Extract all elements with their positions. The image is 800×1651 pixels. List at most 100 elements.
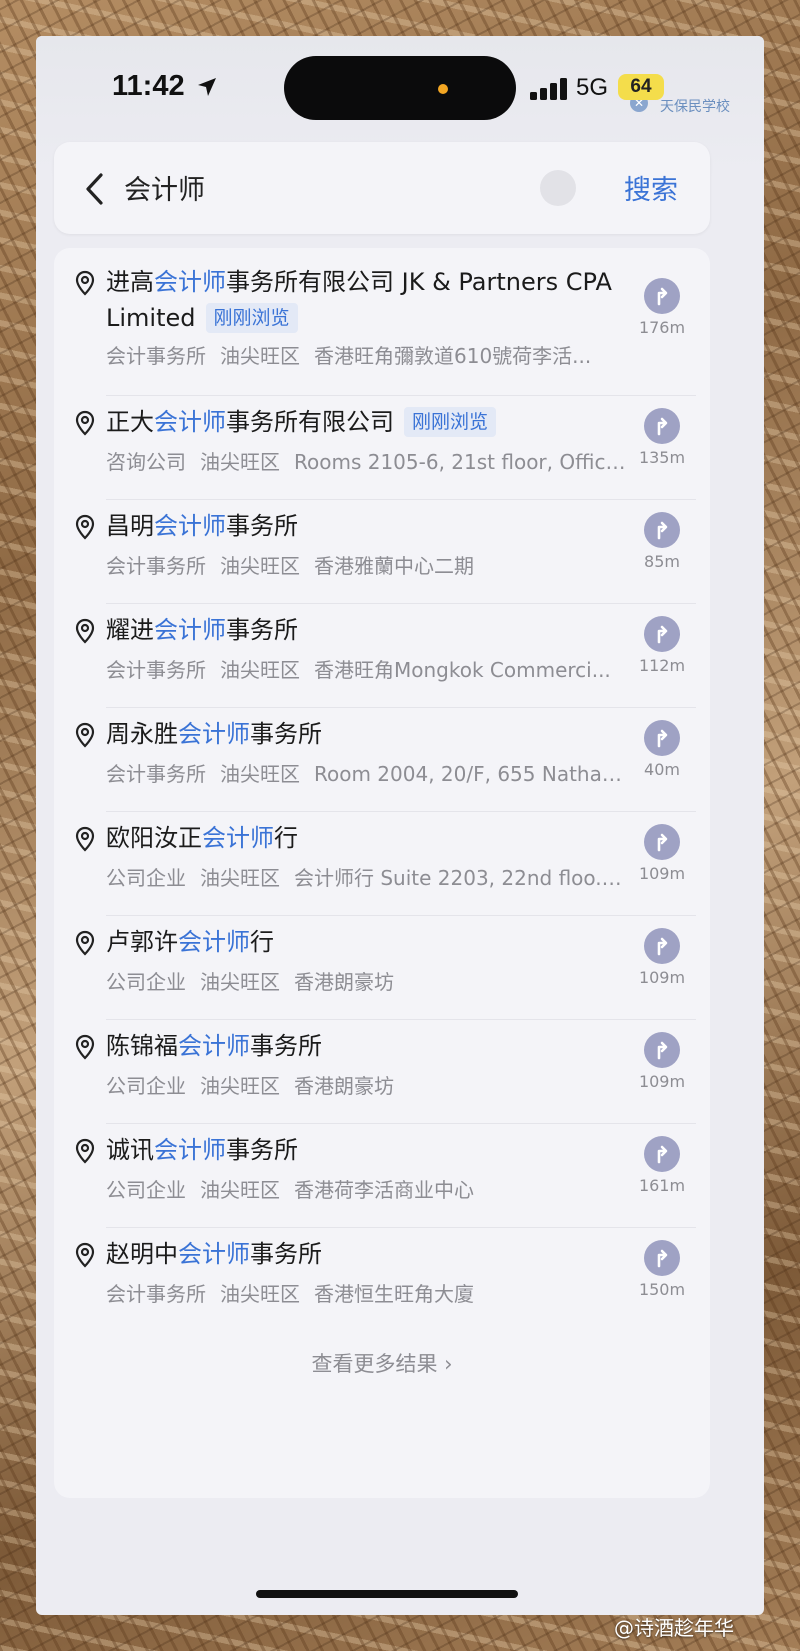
location-pin-icon: [75, 514, 95, 540]
result-distance: 150m: [638, 1280, 686, 1299]
result-details: 咨询公司 油尖旺区 Rooms 2105-6, 21st floor, Offic.…: [106, 446, 626, 475]
result-item[interactable]: 昌明会计师事务所 会计事务所 油尖旺区 香港雅蘭中心二期 85m: [54, 500, 710, 604]
location-pin-icon: [75, 826, 95, 852]
result-category: 咨询公司: [106, 450, 186, 474]
result-distance: 112m: [638, 656, 686, 675]
result-name-suffix: 事务所: [226, 616, 298, 644]
result-details: 会计事务所 油尖旺区 香港旺角彌敦道610號荷李活...: [106, 340, 626, 369]
route-button[interactable]: [644, 408, 680, 444]
map-label: 天保民学校: [660, 99, 730, 115]
route-button[interactable]: [644, 1136, 680, 1172]
route-button[interactable]: [644, 512, 680, 548]
cellular-signal-icon: [530, 78, 567, 100]
route-button[interactable]: [644, 616, 680, 652]
result-item[interactable]: 耀进会计师事务所 会计事务所 油尖旺区 香港旺角Mongkok Commerci...…: [54, 604, 710, 708]
result-item[interactable]: 进高会计师事务所有限公司 JK & Partners CPA Limited 刚刚…: [54, 256, 710, 396]
result-category: 公司企业: [106, 866, 186, 890]
route-button[interactable]: [644, 1240, 680, 1276]
result-title: 进高会计师事务所有限公司 JK & Partners CPA Limited 刚刚…: [106, 264, 626, 336]
result-category: 公司企业: [106, 1074, 186, 1098]
result-name-prefix: 昌明: [106, 512, 154, 540]
result-district: 油尖旺区: [220, 658, 300, 682]
network-type: 5G: [576, 74, 609, 101]
location-pin-icon: [75, 1242, 95, 1268]
result-item[interactable]: 陈锦福会计师事务所 公司企业 油尖旺区 香港朗豪坊 109m: [54, 1020, 710, 1124]
result-name-highlight: 会计师: [154, 1136, 226, 1164]
result-name-prefix: 欧阳汝正: [106, 824, 202, 852]
search-bar: 会计师 搜索: [54, 142, 710, 234]
result-name-suffix: 事务所: [226, 1136, 298, 1164]
route-button[interactable]: [644, 928, 680, 964]
route-button[interactable]: [644, 824, 680, 860]
home-indicator[interactable]: [256, 1590, 518, 1598]
location-pin-icon: [75, 410, 95, 436]
result-name-highlight: 会计师: [178, 720, 250, 748]
location-arrow-icon: [198, 78, 216, 96]
result-item[interactable]: 正大会计师事务所有限公司 刚刚浏览咨询公司 油尖旺区 Rooms 2105-6, 21…: [54, 396, 710, 500]
back-icon[interactable]: [82, 172, 108, 206]
result-district: 油尖旺区: [220, 1282, 300, 1306]
route-arrow-icon: [657, 937, 668, 956]
result-category: 会计事务所: [106, 1282, 206, 1306]
search-button[interactable]: 搜索: [624, 168, 678, 207]
result-name-highlight: 会计师: [154, 268, 226, 296]
search-input[interactable]: 会计师: [124, 168, 205, 207]
voice-input-icon[interactable]: [540, 170, 576, 206]
more-results-link[interactable]: 查看更多结果 ›: [54, 1348, 710, 1378]
status-time: 11:42: [112, 70, 185, 102]
result-category: 会计事务所: [106, 554, 206, 578]
result-distance: 135m: [638, 448, 686, 467]
location-pin-icon: [75, 270, 95, 296]
result-name-prefix: 周永胜: [106, 720, 178, 748]
route-button[interactable]: [644, 1032, 680, 1068]
island-indicator-dot: [438, 84, 448, 94]
result-address: 会计师行 Suite 2203, 22nd floo...: [294, 866, 615, 890]
battery-indicator: 64: [618, 74, 664, 100]
result-name-prefix: 卢郭许: [106, 928, 178, 956]
result-name-highlight: 会计师: [154, 616, 226, 644]
result-item[interactable]: 赵明中会计师事务所会计事务所 油尖旺区 香港恒生旺角大廈 150m: [54, 1228, 710, 1332]
result-address: 香港朗豪坊: [294, 970, 394, 994]
result-title: 诚讯会计师事务所: [106, 1132, 626, 1168]
result-name-prefix: 进高: [106, 268, 154, 296]
result-district: 油尖旺区: [200, 450, 280, 474]
location-pin-icon: [75, 1034, 95, 1060]
result-category: 公司企业: [106, 1178, 186, 1202]
result-district: 油尖旺区: [220, 762, 300, 786]
result-name-highlight: 会计师: [178, 1240, 250, 1268]
result-title: 正大会计师事务所有限公司 刚刚浏览: [106, 404, 626, 440]
route-arrow-icon: [657, 625, 668, 644]
result-distance: 109m: [638, 1072, 686, 1091]
result-item[interactable]: 周永胜会计师事务所会计事务所 油尖旺区 Room 2004, 20/F, 655 N…: [54, 708, 710, 812]
result-item[interactable]: 欧阳汝正会计师行 公司企业 油尖旺区 会计师行 Suite 2203, 22nd fl…: [54, 812, 710, 916]
result-name-suffix: 事务所: [250, 720, 322, 748]
result-item[interactable]: 卢郭许会计师行 公司企业 油尖旺区 香港朗豪坊 109m: [54, 916, 710, 1020]
result-details: 会计事务所 油尖旺区 香港恒生旺角大廈: [106, 1278, 626, 1307]
result-name-suffix: 事务所: [226, 512, 298, 540]
route-arrow-icon: [657, 417, 668, 436]
result-title: 耀进会计师事务所: [106, 612, 626, 648]
result-name-suffix: 事务所: [250, 1240, 322, 1268]
route-button[interactable]: [644, 278, 680, 314]
result-name-prefix: 赵明中: [106, 1240, 178, 1268]
result-distance: 176m: [638, 318, 686, 337]
result-details: 会计事务所 油尖旺区 Room 2004, 20/F, 655 Natha...: [106, 758, 626, 787]
result-details: 会计事务所 油尖旺区 香港雅蘭中心二期: [106, 550, 626, 579]
result-item[interactable]: 诚讯会计师事务所 公司企业 油尖旺区 香港荷李活商业中心 161m: [54, 1124, 710, 1228]
route-button[interactable]: [644, 720, 680, 756]
result-district: 油尖旺区: [200, 1074, 280, 1098]
result-address: 香港荷李活商业中心: [294, 1178, 474, 1202]
result-title: 陈锦福会计师事务所: [106, 1028, 626, 1064]
result-address: Rooms 2105-6, 21st floor, Offic...: [294, 450, 625, 474]
result-name-prefix: 陈锦福: [106, 1032, 178, 1060]
result-district: 油尖旺区: [220, 554, 300, 578]
phone-screen: ✕ 天保民学校 11:42 5G 64 会计师 搜索 查看更多结果 › 进高会计…: [36, 36, 764, 1615]
location-pin-icon: [75, 618, 95, 644]
result-name-prefix: 诚讯: [106, 1136, 154, 1164]
result-details: 公司企业 油尖旺区 会计师行 Suite 2203, 22nd floo...: [106, 862, 626, 891]
result-address: 香港雅蘭中心二期: [314, 554, 474, 578]
result-distance: 109m: [638, 968, 686, 987]
result-name-highlight: 会计师: [202, 824, 274, 852]
location-pin-icon: [75, 1138, 95, 1164]
result-district: 油尖旺区: [200, 1178, 280, 1202]
